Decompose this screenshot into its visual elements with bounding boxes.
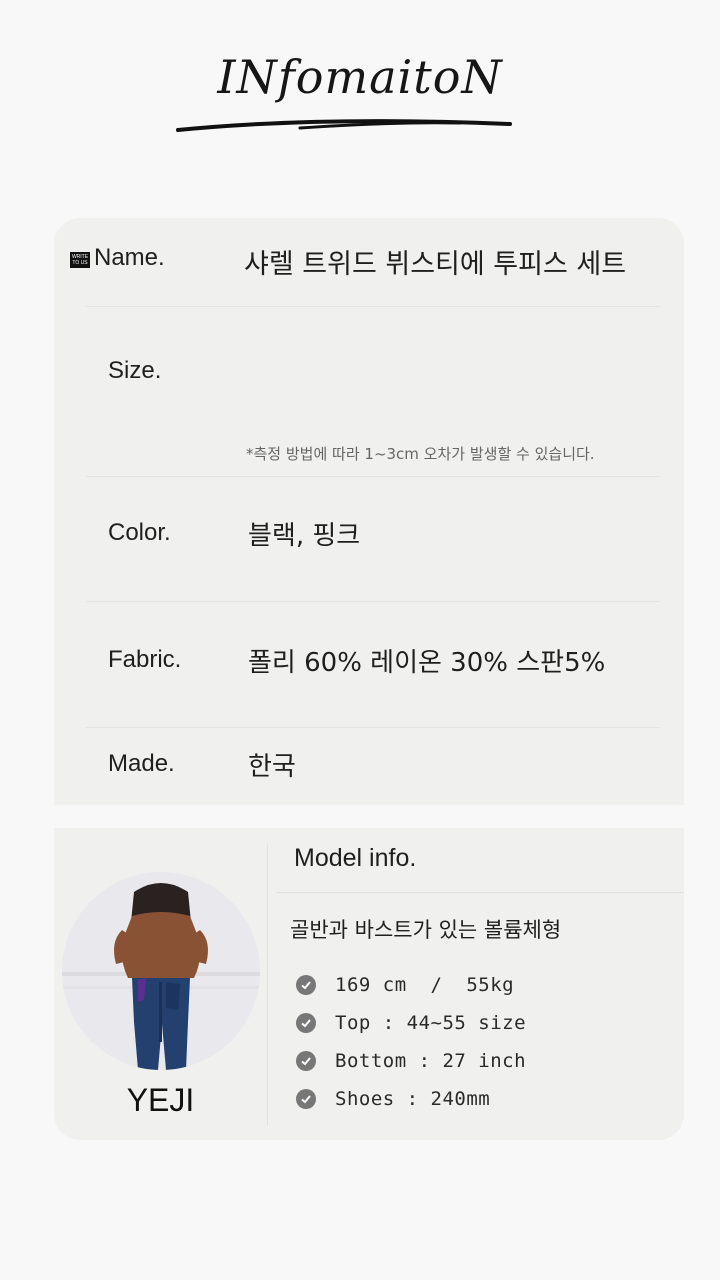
check-circle-icon — [296, 1051, 316, 1071]
spec-text: Shoes : 240mm — [335, 1088, 491, 1110]
spec-text: Top : 44~55 size — [335, 1012, 527, 1034]
model-info-title: Model info. — [294, 844, 417, 872]
write-to-us-badge: WRITE TO US — [70, 252, 90, 268]
model-info-divider — [276, 892, 684, 893]
color-row: Color. 블랙, 핑크 — [86, 477, 660, 602]
model-body-type: 골반과 바스트가 있는 볼륨체형 — [290, 918, 562, 942]
check-circle-icon — [296, 975, 316, 995]
name-label: Name. — [94, 244, 165, 271]
size-note: *측정 방법에 따라 1~3cm 오차가 발생할 수 있습니다. — [246, 445, 595, 463]
model-divider — [267, 844, 268, 1126]
made-value: 한국 — [248, 752, 296, 782]
made-row: Made. 한국 — [86, 728, 660, 805]
size-label: Size. — [108, 357, 162, 384]
spec-shoes-size: Shoes : 240mm — [296, 1084, 490, 1114]
model-photo — [62, 872, 260, 1070]
made-label: Made. — [108, 750, 175, 777]
spec-height-weight: 169 cm / 55kg — [296, 970, 514, 1000]
spec-top-size: Top : 44~55 size — [296, 1008, 526, 1038]
check-circle-icon — [296, 1013, 316, 1033]
model-name: YEJI — [126, 1082, 195, 1118]
fabric-row: Fabric. 폴리 60% 레이온 30% 스판5% — [86, 602, 660, 728]
fabric-value: 폴리 60% 레이온 30% 스판5% — [248, 648, 606, 678]
spec-bottom-size: Bottom : 27 inch — [296, 1046, 526, 1076]
product-info-card: WRITE TO US Name. 샤렐 트위드 뷔스티에 투피스 세트 Siz… — [54, 218, 684, 805]
spec-text: Bottom : 27 inch — [335, 1050, 527, 1072]
color-value: 블랙, 핑크 — [248, 521, 361, 551]
size-row: Size. *측정 방법에 따라 1~3cm 오차가 발생할 수 있습니다. — [86, 307, 660, 477]
check-circle-icon — [296, 1089, 316, 1109]
name-value: 샤렐 트위드 뷔스티에 투피스 세트 — [244, 249, 627, 280]
model-info-card: YEJI Model info. 골반과 바스트가 있는 볼륨체형 169 cm… — [54, 828, 684, 1140]
fabric-label: Fabric. — [108, 646, 182, 673]
title-underline — [176, 119, 512, 132]
spec-text: 169 cm / 55kg — [335, 974, 515, 996]
header-title: INfomaitoN — [217, 50, 503, 104]
name-row: WRITE TO US Name. 샤렐 트위드 뷔스티에 투피스 세트 — [70, 218, 660, 307]
color-label: Color. — [108, 519, 171, 546]
